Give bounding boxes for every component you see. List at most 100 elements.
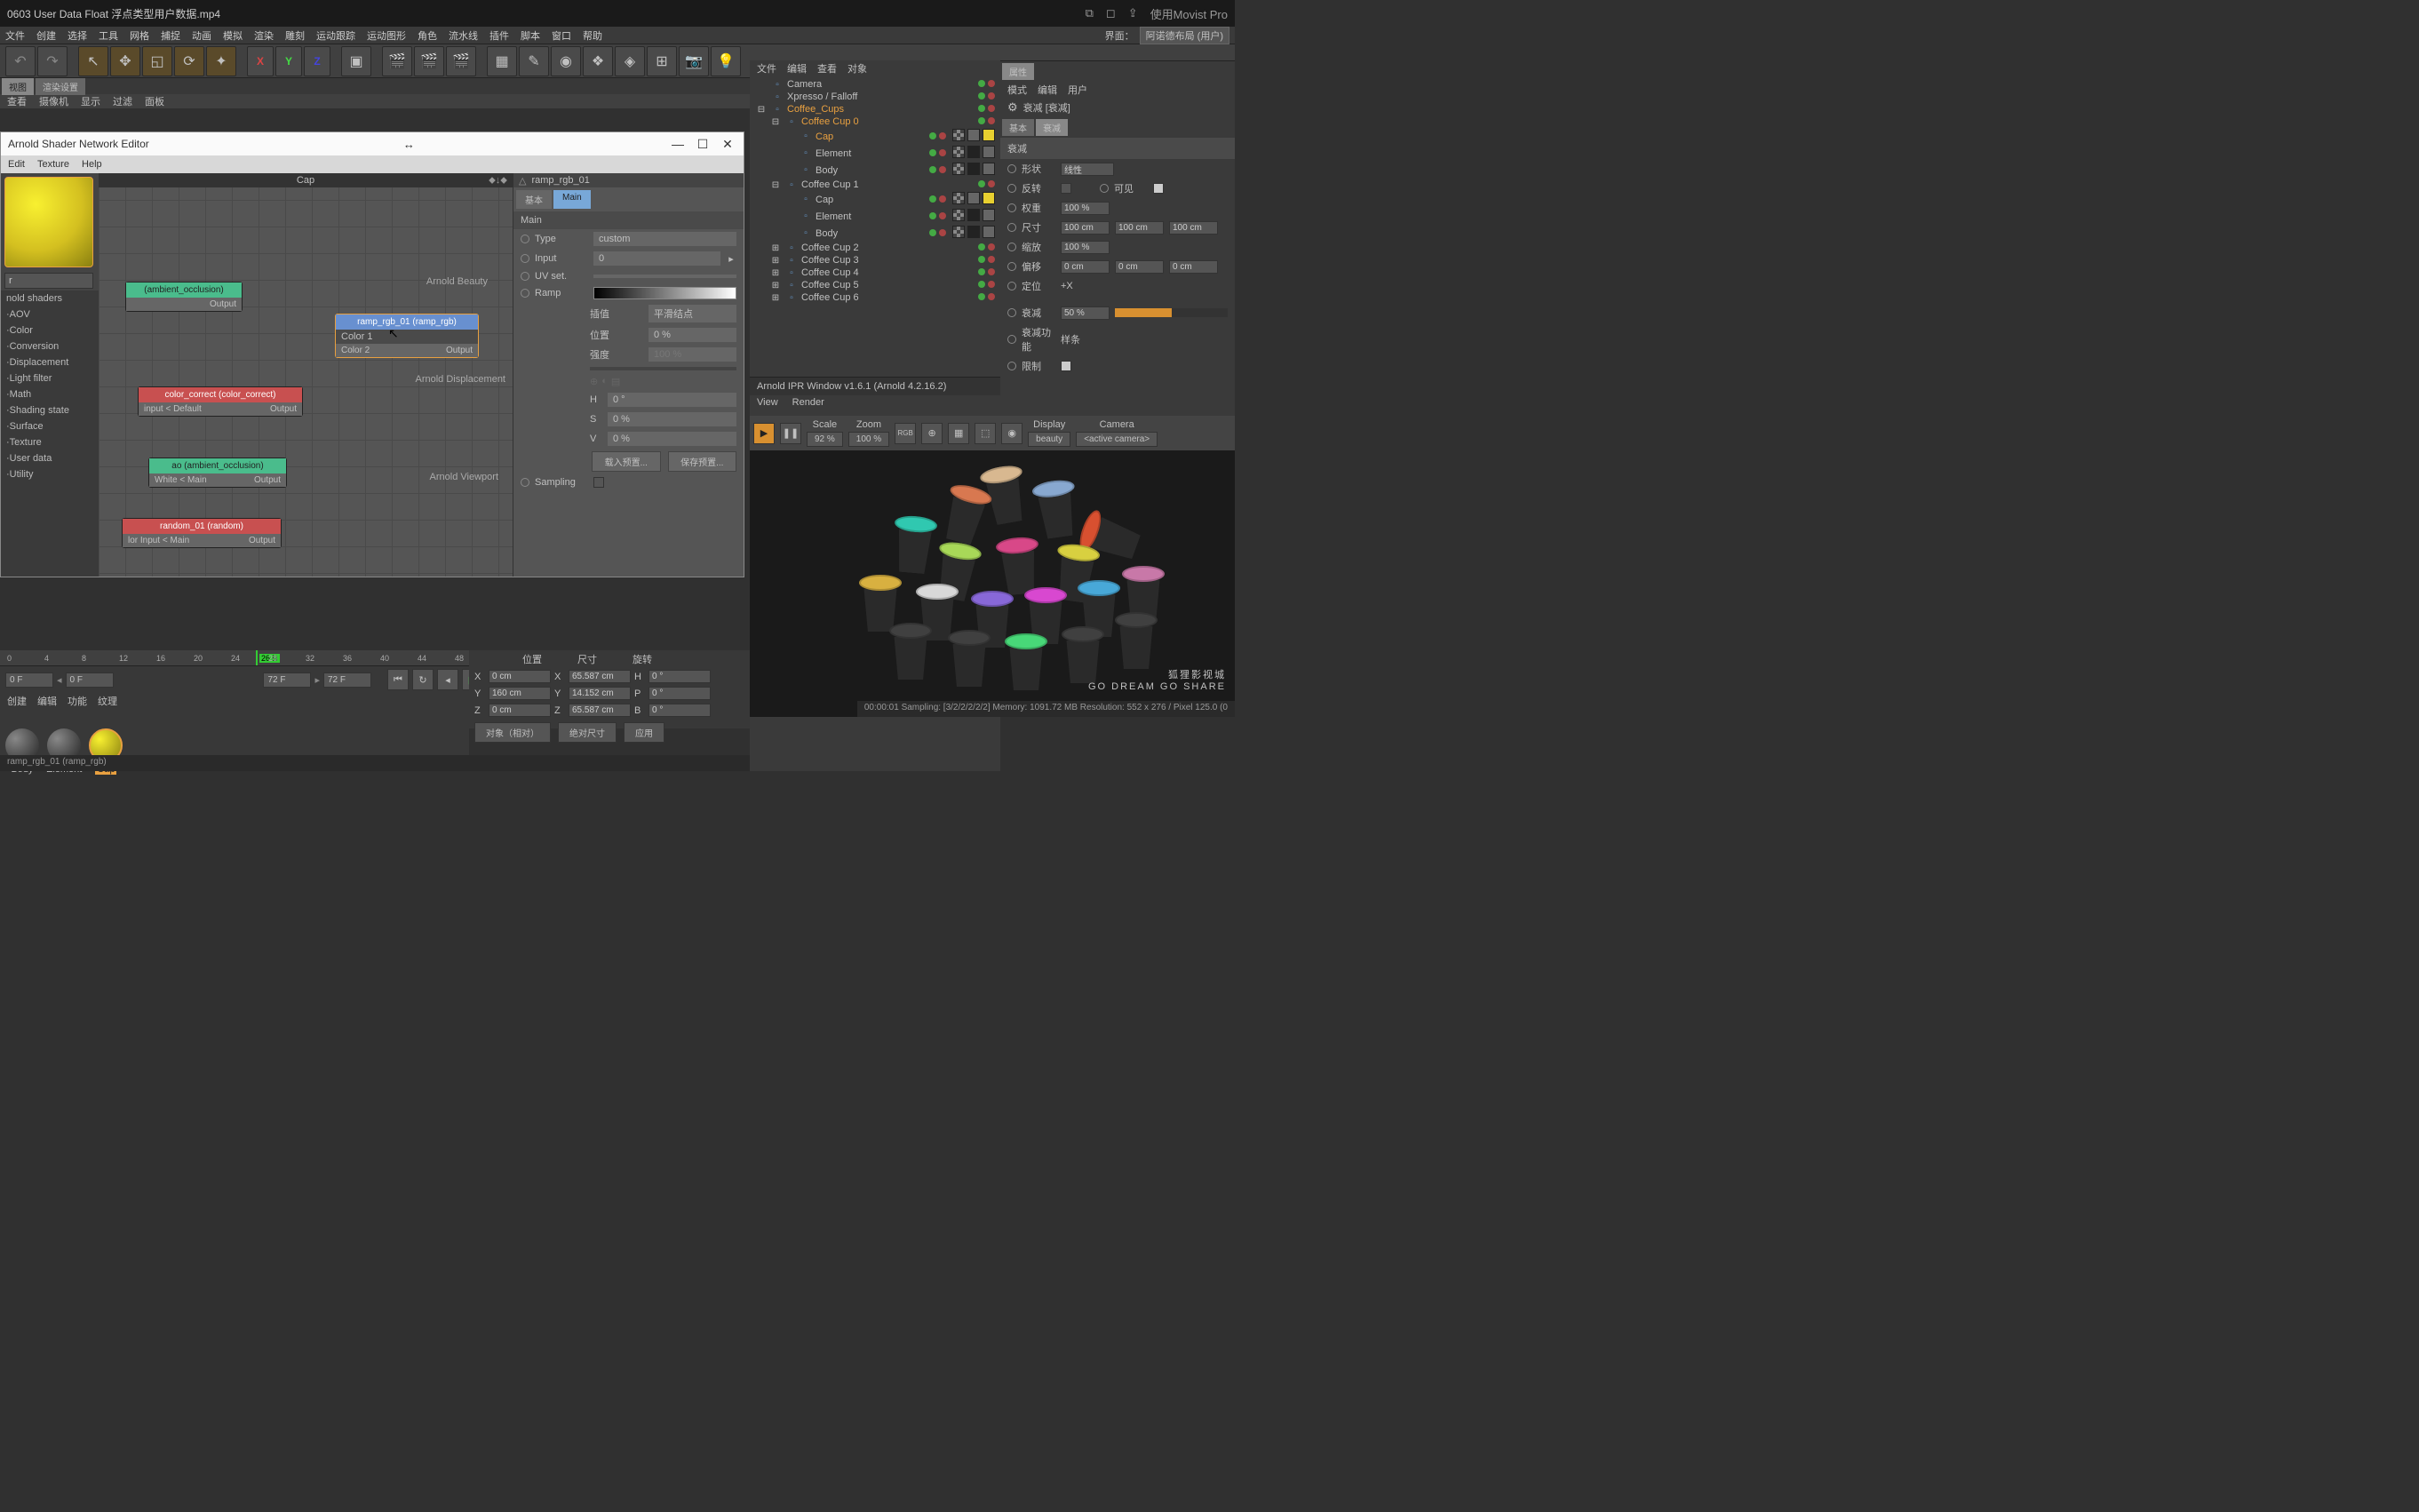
tree-row[interactable]: ▫Element	[752, 145, 999, 162]
object-tree[interactable]: ▫Camera ▫Xpresso / Falloff ⊟▫Coffee_Cups…	[750, 76, 1000, 377]
shape-select[interactable]	[1061, 163, 1114, 176]
tree-row[interactable]: ⊟▫Coffee Cup 0	[752, 115, 999, 128]
interp-select[interactable]: 平滑结点	[649, 305, 736, 322]
node-ramp-rgb[interactable]: ramp_rgb_01 (ramp_rgb) Color 1 Color 2Ou…	[335, 314, 479, 358]
shader-cat[interactable]: ·Shading state	[1, 402, 99, 418]
shader-cat[interactable]: ·User data	[1, 450, 99, 466]
window-icon[interactable]: ◻	[1106, 6, 1116, 20]
axis-y-icon[interactable]: Y	[275, 46, 302, 76]
menu-选择[interactable]: 选择	[68, 28, 87, 43]
pen-icon[interactable]: ✎	[519, 46, 549, 76]
nurbs-icon[interactable]: ◉	[551, 46, 581, 76]
clapper-icon[interactable]: 🎬	[382, 46, 412, 76]
pip-icon[interactable]: ⧉	[1086, 6, 1094, 20]
ipr-scale-select[interactable]: 92 %	[807, 432, 843, 447]
shader-cat[interactable]: ·Conversion	[1, 338, 99, 354]
tab-basic[interactable]: 基本	[516, 190, 552, 209]
node-canvas[interactable]: Cap⬥↓⬥ Arnold Beauty Arnold Displacement…	[99, 173, 513, 577]
place-tool-icon[interactable]: ✦	[206, 46, 236, 76]
shader-cat[interactable]: ·Utility	[1, 466, 99, 482]
env-icon[interactable]: ⊞	[647, 46, 677, 76]
shader-category-list[interactable]: nold shaders·AOV·Color·Conversion·Displa…	[1, 290, 99, 577]
menu-运动图形[interactable]: 运动图形	[367, 28, 406, 43]
close-icon[interactable]: ✕	[719, 137, 736, 152]
rotate-tool-icon[interactable]: ⟳	[174, 46, 204, 76]
generator-icon[interactable]: ❖	[583, 46, 613, 76]
shader-cat[interactable]: ·Displacement	[1, 354, 99, 370]
menu-角色[interactable]: 角色	[418, 28, 437, 43]
ipr-view-menu[interactable]: View	[757, 397, 778, 408]
menu-动画[interactable]: 动画	[192, 28, 211, 43]
intensity-field[interactable]: 100 %	[649, 347, 736, 362]
shader-cat[interactable]: ·Light filter	[1, 370, 99, 386]
snapshot-icon[interactable]: ◉	[1001, 423, 1023, 444]
tree-row[interactable]: ▫Body	[752, 225, 999, 242]
clapper3-icon[interactable]: 🎬	[446, 46, 476, 76]
load-preset-button[interactable]: 载入预置...	[592, 451, 661, 472]
menu-流水线[interactable]: 流水线	[449, 28, 478, 43]
shader-cat[interactable]: ·Texture	[1, 434, 99, 450]
menu-模拟[interactable]: 模拟	[223, 28, 243, 43]
scale-tool-icon[interactable]: ◱	[142, 46, 172, 76]
menu-窗口[interactable]: 窗口	[552, 28, 571, 43]
deformer-icon[interactable]: ◈	[615, 46, 645, 76]
arnold-viewport-port[interactable]: Arnold Viewport	[430, 472, 498, 482]
camera-icon[interactable]: 📷	[679, 46, 709, 76]
minimize-icon[interactable]: —	[669, 137, 687, 152]
share-icon[interactable]: ⇪	[1128, 6, 1138, 20]
coord-mode-select[interactable]: 对象（相对）	[474, 722, 551, 743]
crop-icon[interactable]: ⬚	[975, 423, 996, 444]
start-frame[interactable]: 0 F	[5, 672, 53, 688]
menu-创建[interactable]: 创建	[36, 28, 56, 43]
clapper2-icon[interactable]: 🎬	[414, 46, 444, 76]
tab-view[interactable]: 视图	[2, 78, 34, 95]
globe-icon[interactable]: ⊕	[921, 423, 943, 444]
node-ao[interactable]: ao (ambient_occlusion) White < MainOutpu…	[148, 458, 287, 488]
type-select[interactable]: custom	[593, 232, 736, 246]
tree-row[interactable]: ▫Body	[752, 162, 999, 179]
menu-雕刻[interactable]: 雕刻	[285, 28, 305, 43]
pos-field[interactable]: 0 %	[649, 328, 736, 342]
tree-row[interactable]: ▫Camera	[752, 78, 999, 91]
node-random[interactable]: random_01 (random) lor Input < MainOutpu…	[122, 518, 282, 548]
rgb-icon[interactable]: RGB	[895, 423, 916, 444]
apply-button[interactable]: 应用	[624, 722, 664, 743]
loop-icon[interactable]: ↻	[412, 669, 434, 690]
arnold-beauty-port[interactable]: Arnold Beauty	[426, 276, 488, 287]
playhead[interactable]	[256, 650, 258, 665]
input-field[interactable]: 0	[593, 251, 720, 266]
ipr-render-menu[interactable]: Render	[792, 397, 824, 408]
falloff-slider[interactable]	[1115, 308, 1228, 317]
select-tool-icon[interactable]: ↖	[78, 46, 108, 76]
tab-main[interactable]: Main	[553, 190, 591, 209]
tab-attributes[interactable]: 属性	[1002, 63, 1034, 80]
prev-frame-icon[interactable]: ◂	[437, 669, 458, 690]
tab-render-settings[interactable]: 渲染设置	[36, 78, 85, 95]
layout-selector[interactable]: 界面： 阿诺德布局 (用户)	[1105, 27, 1229, 44]
uvset-field[interactable]	[593, 275, 736, 278]
tree-row[interactable]: ⊞▫Coffee Cup 5	[752, 279, 999, 291]
goto-start-icon[interactable]: ⏮	[387, 669, 409, 690]
shader-titlebar[interactable]: Arnold Shader Network Editor ↔ — ☐ ✕	[1, 132, 744, 155]
menu-帮助[interactable]: 帮助	[583, 28, 602, 43]
menu-插件[interactable]: 插件	[489, 28, 509, 43]
coord-size-select[interactable]: 绝对尺寸	[558, 722, 617, 743]
tree-row[interactable]: ▫Cap	[752, 191, 999, 208]
menu-文件[interactable]: 文件	[5, 28, 25, 43]
shader-cat[interactable]: nold shaders	[1, 290, 99, 306]
move-tool-icon[interactable]: ✥	[110, 46, 140, 76]
shader-search-input[interactable]	[4, 273, 93, 289]
menu-网格[interactable]: 网格	[130, 28, 149, 43]
undo-icon[interactable]: ↶	[5, 46, 36, 76]
ipr-display-select[interactable]: beauty	[1028, 432, 1070, 447]
tree-row[interactable]: ⊞▫Coffee Cup 4	[752, 267, 999, 279]
shader-cat[interactable]: ·AOV	[1, 306, 99, 322]
node-color-correct[interactable]: color_correct (color_correct) input < De…	[138, 386, 303, 417]
color-swatch[interactable]	[590, 367, 736, 370]
ipr-play-icon[interactable]: ▶	[753, 423, 775, 444]
tree-row[interactable]: ⊟▫Coffee Cup 1	[752, 179, 999, 191]
cube-icon[interactable]: ▣	[341, 46, 371, 76]
ipr-viewport[interactable]: 狐狸影视城GO DREAM GO SHARE	[750, 450, 1235, 717]
node-ambient-occlusion[interactable]: (ambient_occlusion) Output	[125, 282, 243, 312]
tree-row[interactable]: ▫Element	[752, 208, 999, 225]
